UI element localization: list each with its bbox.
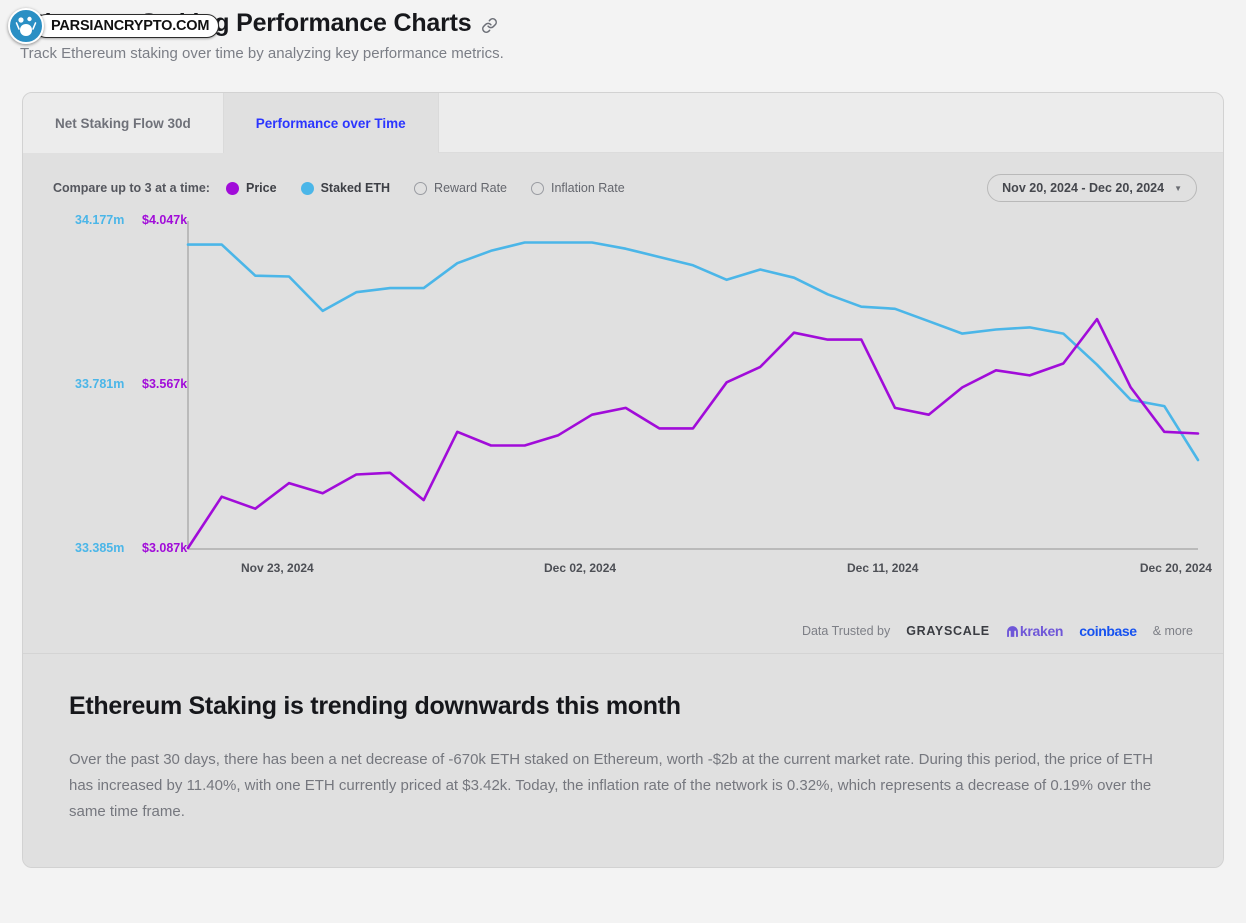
series-label: Reward Rate	[434, 181, 507, 195]
page-subtitle: Track Ethereum staking over time by anal…	[20, 45, 504, 62]
y-tick-staked-eth-2: 33.385m	[75, 541, 125, 555]
series-toggle-staked-eth[interactable]: Staked ETH	[300, 181, 391, 195]
date-range-value: Nov 20, 2024 - Dec 20, 2024	[1002, 181, 1165, 195]
series-toggle-price[interactable]: Price	[225, 181, 277, 195]
series-toggle-inflation-rate[interactable]: Inflation Rate	[531, 181, 625, 195]
x-tick-label-3: Dec 20, 2024	[1139, 561, 1212, 575]
y-tick-staked-eth-1: 33.781m	[75, 377, 125, 391]
chart-controls: Compare up to 3 at a time: Price Staked …	[23, 153, 1223, 202]
y-tick-price-0: $4.047k	[142, 213, 188, 227]
reward-rate-radio-icon	[414, 181, 428, 195]
tab-label: Net Staking Flow 30d	[55, 115, 191, 131]
page-root: PARSIANCRYPTO.COM Ethereum Staking Perfo…	[0, 0, 1246, 923]
chart-panel: Compare up to 3 at a time: Price Staked …	[23, 153, 1223, 653]
series-label: Staked ETH	[320, 181, 391, 195]
page-header: Ethereum Staking Performance Charts Trac…	[20, 6, 1220, 64]
page-title: Ethereum Staking Performance Charts	[20, 9, 472, 37]
performance-card: Net Staking Flow 30d Performance over Ti…	[22, 92, 1224, 868]
price-series-dot-icon	[225, 181, 239, 195]
summary-body: Over the past 30 days, there has been a …	[69, 751, 1153, 820]
inflation-rate-radio-icon	[531, 181, 544, 195]
series-toggle-reward-rate[interactable]: Reward Rate	[414, 181, 507, 195]
series-line-price	[186, 317, 1200, 550]
date-range-selector[interactable]: Nov 20, 2024 - Dec 20, 2024 ▼	[987, 174, 1197, 202]
y-tick-staked-eth-0: 34.177m	[75, 213, 125, 227]
tabs-filler	[438, 93, 1223, 153]
series-label: Price	[245, 181, 277, 195]
tab-net-staking-flow-30d[interactable]: Net Staking Flow 30d	[23, 93, 224, 153]
y-tick-price-2: $3.087k	[142, 541, 188, 555]
performance-line-chart[interactable]	[23, 209, 1223, 629]
chart-tabs: Net Staking Flow 30d Performance over Ti…	[23, 93, 1223, 153]
chevron-down-icon: ▼	[1174, 183, 1182, 193]
anchor-link-icon[interactable]	[481, 13, 498, 34]
summary-section: Ethereum Staking is trending downwards t…	[23, 653, 1223, 867]
compare-label: Compare up to 3 at a time:	[53, 181, 210, 195]
x-tick-label-0: Nov 23, 2024	[241, 561, 314, 575]
x-tick-label-2: Dec 11, 2024	[847, 561, 919, 575]
series-toggle-group: Price Staked ETH Reward Rate Inflation R…	[225, 181, 625, 195]
tab-label: Performance over Time	[255, 115, 406, 131]
x-tick-label-1: Dec 02, 2024	[544, 561, 617, 575]
y-tick-price-1: $3.567k	[142, 377, 188, 391]
staked-eth-series-dot-icon	[300, 181, 314, 195]
series-label: Inflation Rate	[551, 181, 625, 195]
chart-plot-area: 34.177m 33.781m 33.385m $4.047k $3.567k $3.08…	[23, 209, 1223, 629]
summary-title: Ethereum Staking is trending downwards t…	[69, 692, 681, 720]
tab-performance-over-time[interactable]: Performance over Time	[223, 93, 439, 153]
